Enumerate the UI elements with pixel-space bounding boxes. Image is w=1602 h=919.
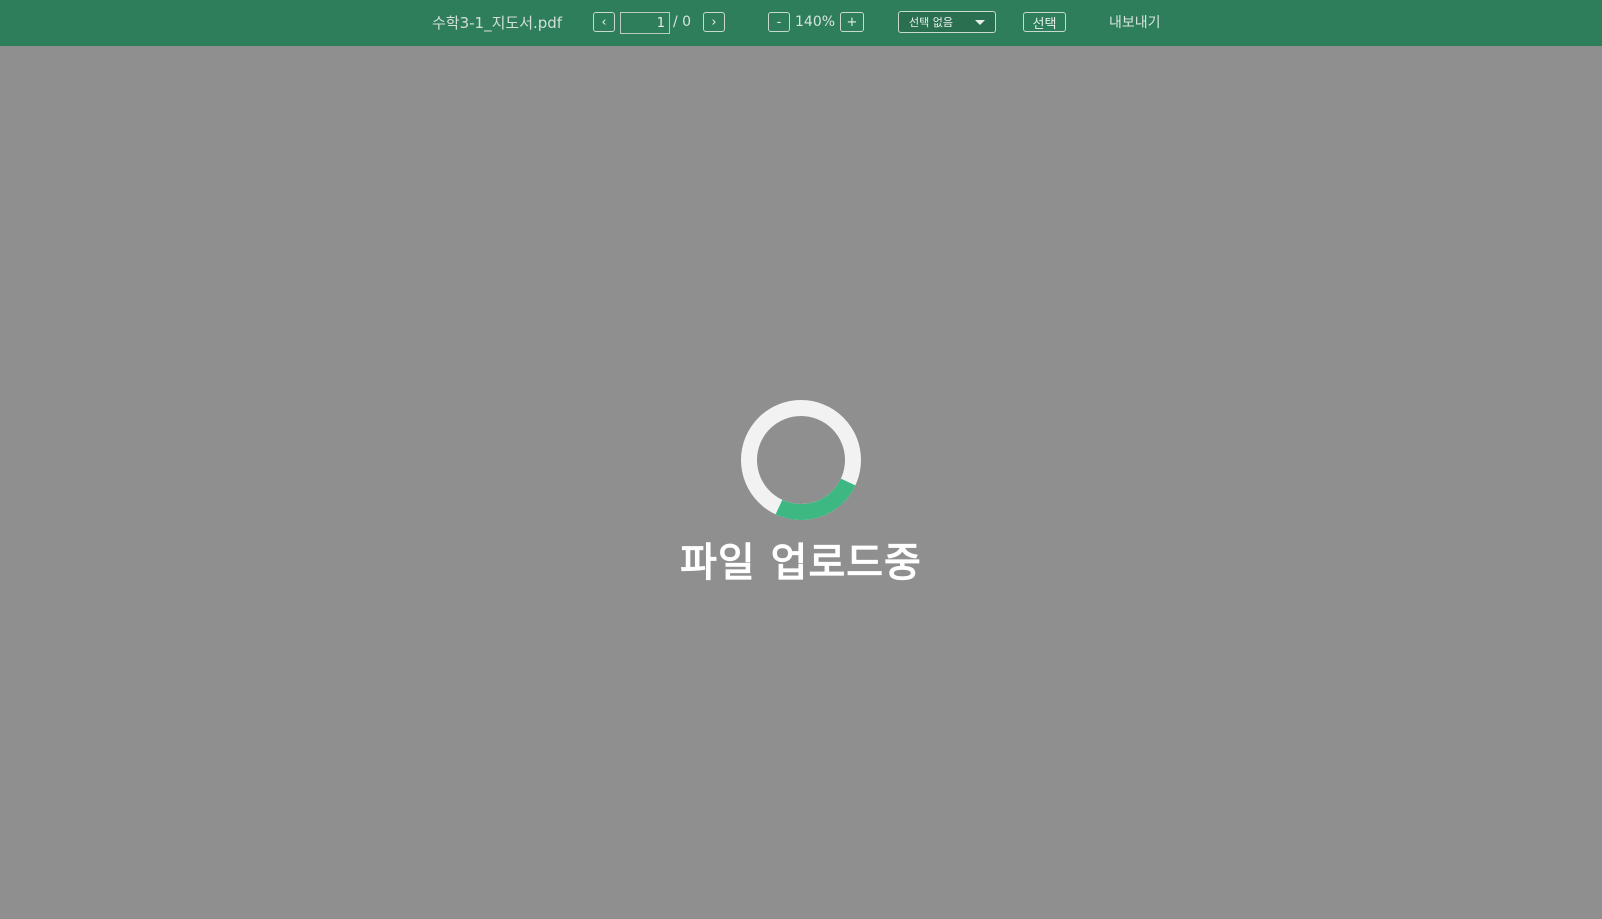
minus-icon: - [776,14,782,30]
prev-page-button[interactable]: ‹ [593,12,615,32]
zoom-out-button[interactable]: - [768,12,790,32]
page-total: / 0 [673,14,692,30]
plus-icon: + [846,14,858,30]
loading-spinner-icon [741,400,861,520]
export-button[interactable]: 내보내기 [1109,0,1161,44]
caret-down-icon [975,20,985,25]
page-number-input[interactable] [620,12,670,34]
file-name: 수학3-1_지도서.pdf [432,13,563,32]
chevron-left-icon: ‹ [601,14,607,30]
loading-message: 파일 업로드중 [680,540,922,586]
toolbar: 수학3-1_지도서.pdf ‹ / 0 › - 140% + 선택 없음 선택 … [0,0,1602,46]
chevron-right-icon: › [711,14,717,30]
select-button[interactable]: 선택 [1023,12,1066,32]
zoom-in-button[interactable]: + [840,12,864,32]
next-page-button[interactable]: › [703,12,725,32]
zoom-level: 140% [795,14,836,30]
selection-dropdown-value: 선택 없음 [909,16,953,29]
selection-dropdown[interactable]: 선택 없음 [898,11,996,33]
